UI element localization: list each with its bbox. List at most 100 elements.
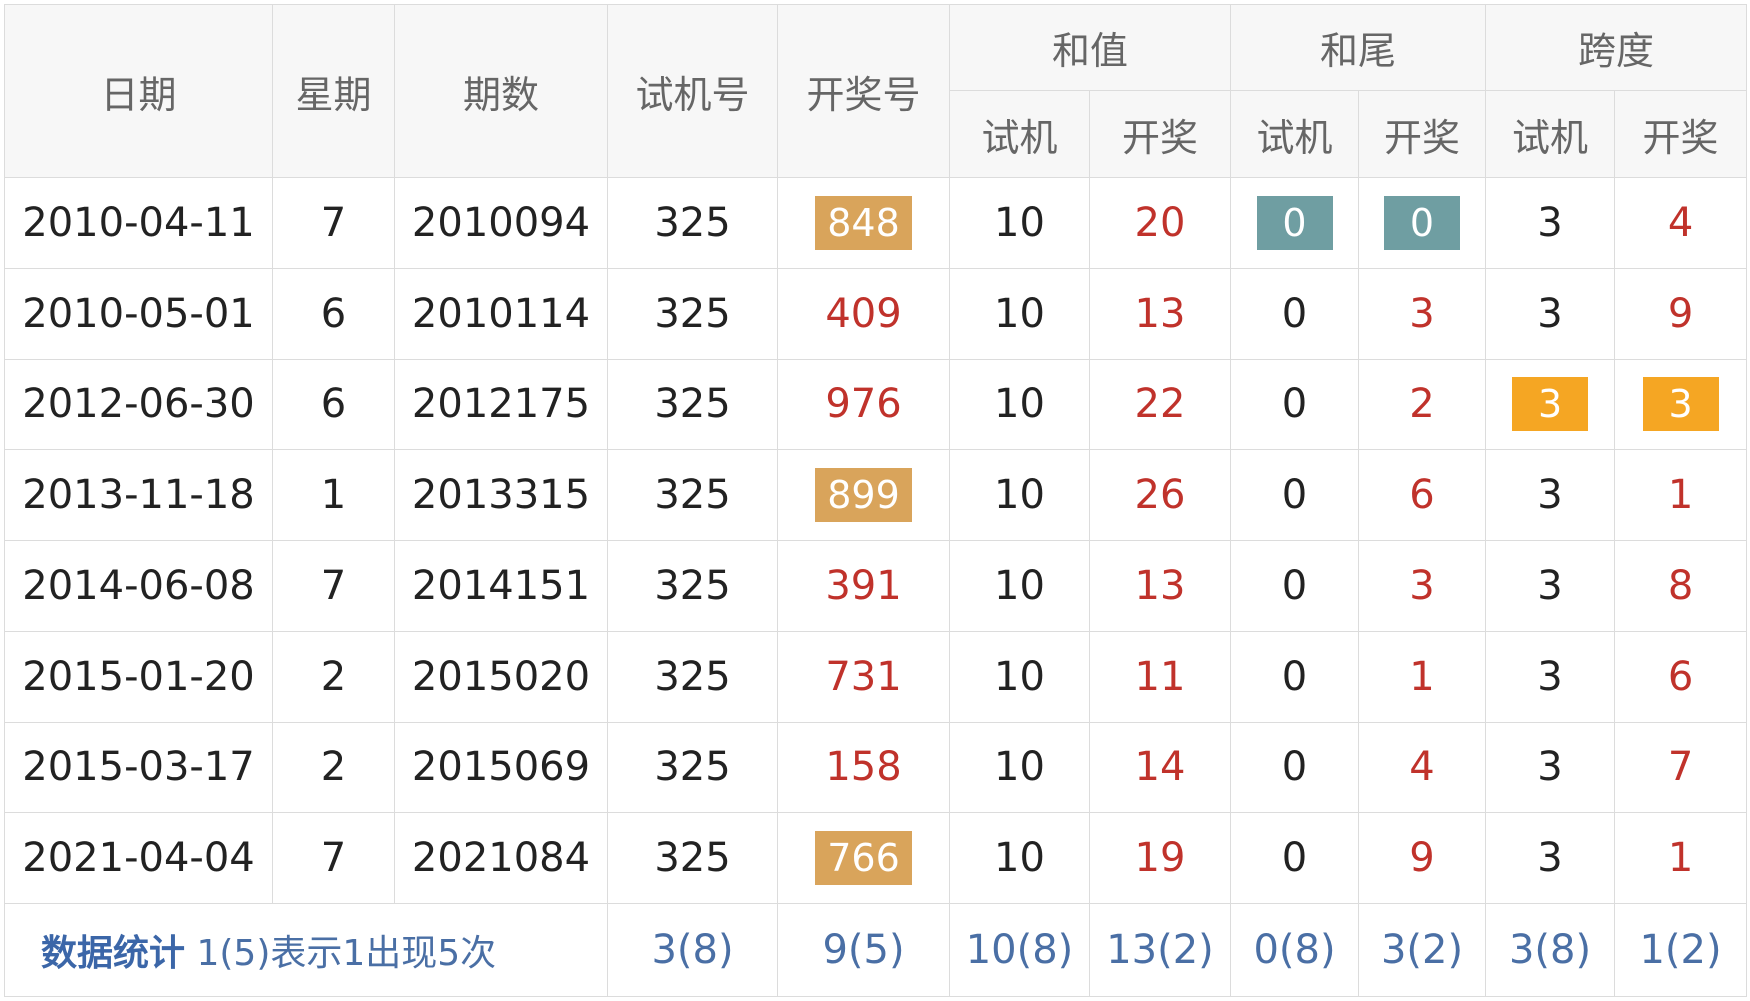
span-highlight-badge: 3 bbox=[1512, 377, 1589, 432]
issue-cell: 2012175 bbox=[394, 358, 608, 451]
span-trial-cell: 3 bbox=[1485, 358, 1616, 451]
table-row: 2015-01-20 2 2015020 325 731 10 11 0 1 3… bbox=[4, 630, 1748, 723]
date-cell: 2012-06-30 bbox=[4, 358, 273, 451]
span-trial-cell: 3 bbox=[1485, 812, 1616, 905]
sum-trial-cell: 10 bbox=[949, 540, 1090, 632]
issue-cell: 2015020 bbox=[394, 630, 608, 723]
tail-trial-cell: 0 bbox=[1230, 812, 1360, 905]
draw-cell: 766 bbox=[777, 812, 950, 905]
sum-trial-cell: 10 bbox=[949, 812, 1090, 905]
subheader-tail-draw: 开奖 bbox=[1358, 90, 1487, 178]
draw-highlight-badge: 766 bbox=[815, 831, 912, 886]
weekday-cell: 2 bbox=[272, 721, 395, 814]
trial-cell: 325 bbox=[607, 630, 778, 723]
tail-trial-cell: 0 bbox=[1230, 177, 1360, 269]
sum-trial-cell: 10 bbox=[949, 630, 1090, 723]
trial-cell: 325 bbox=[607, 812, 778, 905]
date-cell: 2010-04-11 bbox=[4, 177, 273, 269]
tail-trial-cell: 0 bbox=[1230, 721, 1360, 814]
table-row: 2014-06-08 7 2014151 325 391 10 13 0 3 3… bbox=[4, 540, 1748, 632]
date-cell: 2015-01-20 bbox=[4, 630, 273, 723]
subheader-span-draw: 开奖 bbox=[1614, 90, 1748, 178]
issue-cell: 2014151 bbox=[394, 540, 608, 632]
tail-draw-cell: 9 bbox=[1358, 812, 1487, 905]
sum-draw-cell: 19 bbox=[1088, 812, 1232, 905]
tail-draw-cell: 2 bbox=[1358, 358, 1487, 451]
span-highlight-badge: 3 bbox=[1642, 377, 1719, 432]
subheader-sum-draw: 开奖 bbox=[1088, 90, 1232, 178]
weekday-cell: 7 bbox=[272, 540, 395, 632]
subheader-sum-trial: 试机 bbox=[949, 90, 1090, 178]
span-draw-cell: 1 bbox=[1614, 449, 1748, 542]
span-draw-cell: 9 bbox=[1614, 267, 1748, 360]
stats-span-draw: 1(2) bbox=[1614, 903, 1748, 997]
lottery-history-table: 日期 星期 期数 试机号 开奖号 和值 和尾 跨度 试机 开奖 试机 开奖 试机… bbox=[4, 4, 1748, 997]
header-issue: 期数 bbox=[394, 4, 608, 178]
header-span: 跨度 bbox=[1485, 4, 1748, 91]
weekday-cell: 6 bbox=[272, 267, 395, 360]
span-draw-cell: 1 bbox=[1614, 812, 1748, 905]
subheader-span-trial: 试机 bbox=[1485, 90, 1616, 178]
span-draw-cell: 6 bbox=[1614, 630, 1748, 723]
span-trial-cell: 3 bbox=[1485, 177, 1616, 269]
stats-sum-trial: 10(8) bbox=[949, 903, 1090, 997]
table-row: 2021-04-04 7 2021084 325 766 10 19 0 9 3… bbox=[4, 812, 1748, 905]
tail-highlight-badge: 0 bbox=[1384, 195, 1461, 250]
date-cell: 2010-05-01 bbox=[4, 267, 273, 360]
table-row: 2012-06-30 6 2012175 325 976 10 22 0 2 3… bbox=[4, 358, 1748, 451]
subheader-tail-trial: 试机 bbox=[1230, 90, 1360, 178]
span-trial-cell: 3 bbox=[1485, 721, 1616, 814]
sum-trial-cell: 10 bbox=[949, 449, 1090, 542]
stats-tail-trial: 0(8) bbox=[1230, 903, 1360, 997]
weekday-cell: 7 bbox=[272, 177, 395, 269]
stats-draw: 9(5) bbox=[777, 903, 950, 997]
header-sum: 和值 bbox=[948, 4, 1232, 91]
stats-row: 数据统计 1(5)表示1出现5次 3(8) 9(5) 10(8) 13(2) 0… bbox=[4, 903, 1748, 997]
draw-cell: 158 bbox=[777, 721, 950, 814]
span-trial-cell: 3 bbox=[1485, 449, 1616, 542]
stats-label-cell: 数据统计 1(5)表示1出现5次 bbox=[4, 903, 608, 997]
sum-trial-cell: 10 bbox=[949, 358, 1090, 451]
draw-highlight-badge: 899 bbox=[815, 468, 912, 523]
stats-sum-draw: 13(2) bbox=[1088, 903, 1232, 997]
tail-highlight-badge: 0 bbox=[1256, 195, 1333, 250]
date-cell: 2015-03-17 bbox=[4, 721, 273, 814]
tail-trial-cell: 0 bbox=[1230, 267, 1360, 360]
weekday-cell: 1 bbox=[272, 449, 395, 542]
sum-draw-cell: 13 bbox=[1088, 540, 1232, 632]
stats-title: 数据统计 bbox=[41, 933, 186, 975]
stats-tail-draw: 3(2) bbox=[1358, 903, 1487, 997]
span-draw-cell: 4 bbox=[1614, 177, 1748, 269]
issue-cell: 2010094 bbox=[394, 177, 608, 269]
tail-draw-cell: 3 bbox=[1358, 540, 1487, 632]
span-trial-cell: 3 bbox=[1485, 630, 1616, 723]
header-draw-number: 开奖号 bbox=[777, 4, 950, 178]
stats-trial: 3(8) bbox=[607, 903, 778, 997]
span-draw-cell: 7 bbox=[1614, 721, 1748, 814]
trial-cell: 325 bbox=[607, 267, 778, 360]
sum-draw-cell: 11 bbox=[1088, 630, 1232, 723]
tail-draw-cell: 4 bbox=[1358, 721, 1487, 814]
sum-draw-cell: 22 bbox=[1088, 358, 1232, 451]
issue-cell: 2013315 bbox=[394, 449, 608, 542]
trial-cell: 325 bbox=[607, 540, 778, 632]
sum-trial-cell: 10 bbox=[949, 721, 1090, 814]
draw-cell: 409 bbox=[777, 267, 950, 360]
sum-trial-cell: 10 bbox=[949, 267, 1090, 360]
date-cell: 2021-04-04 bbox=[4, 812, 273, 905]
stats-span-trial: 3(8) bbox=[1485, 903, 1616, 997]
tail-draw-cell: 0 bbox=[1358, 177, 1487, 269]
tail-trial-cell: 0 bbox=[1230, 540, 1360, 632]
sum-draw-cell: 26 bbox=[1088, 449, 1232, 542]
draw-highlight-badge: 848 bbox=[815, 195, 912, 250]
issue-cell: 2015069 bbox=[394, 721, 608, 814]
header-sum-tail: 和尾 bbox=[1230, 4, 1487, 91]
date-cell: 2013-11-18 bbox=[4, 449, 273, 542]
draw-cell: 391 bbox=[777, 540, 950, 632]
tail-trial-cell: 0 bbox=[1230, 449, 1360, 542]
sum-trial-cell: 10 bbox=[949, 177, 1090, 269]
trial-cell: 325 bbox=[607, 177, 778, 269]
table-row: 2013-11-18 1 2013315 325 899 10 26 0 6 3… bbox=[4, 449, 1748, 542]
sum-draw-cell: 20 bbox=[1088, 177, 1232, 269]
table-row: 2015-03-17 2 2015069 325 158 10 14 0 4 3… bbox=[4, 721, 1748, 814]
